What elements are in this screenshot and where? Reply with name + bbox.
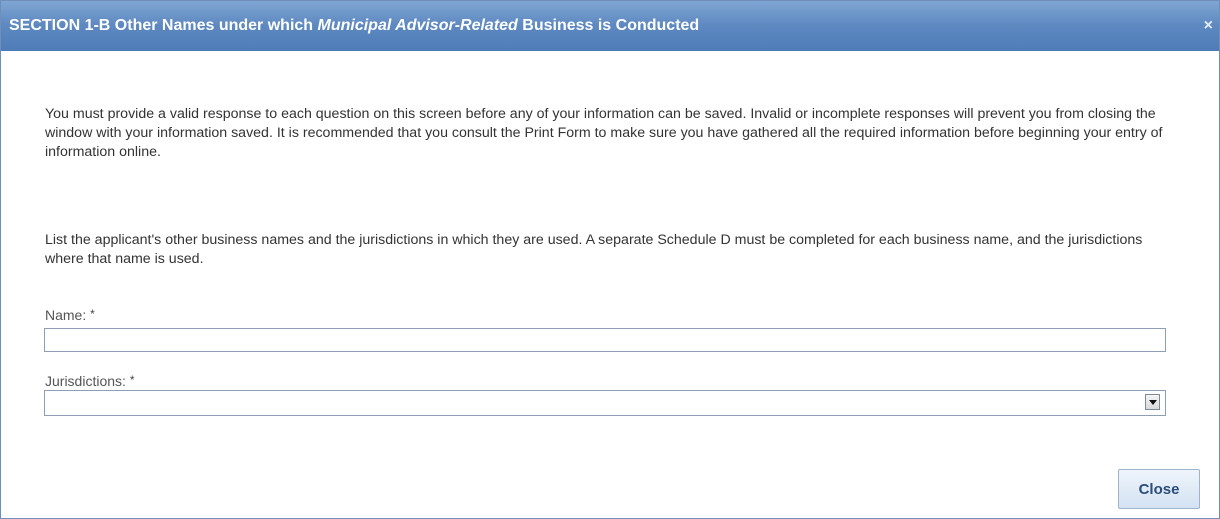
- name-field-label: Name: *: [45, 307, 95, 323]
- dialog-title: SECTION 1-B Other Names under which Muni…: [9, 1, 699, 51]
- name-label-text: Name:: [45, 307, 87, 323]
- dialog-title-prefix: SECTION 1-B Other Names under which: [9, 17, 318, 34]
- name-required-marker: *: [90, 307, 95, 321]
- jurisdictions-required-marker: *: [129, 373, 135, 387]
- instruction-paragraph: You must provide a valid response to eac…: [45, 106, 1163, 160]
- dialog-titlebar: SECTION 1-B Other Names under which Muni…: [1, 1, 1219, 51]
- dialog-title-suffix: Business is Conducted: [517, 17, 700, 34]
- dialog-title-italic: Municipal Advisor-Related: [317, 17, 518, 34]
- dialog-window: SECTION 1-B Other Names under which Muni…: [0, 0, 1220, 519]
- jurisdictions-label-text: Jurisdictions:: [45, 373, 126, 389]
- applicant-names-instruction: List the applicant's other business name…: [45, 232, 1143, 267]
- chevron-down-icon[interactable]: [1145, 394, 1160, 410]
- close-icon[interactable]: ×: [1204, 1, 1213, 51]
- jurisdictions-field-label: Jurisdictions: *: [45, 373, 134, 389]
- close-button[interactable]: Close: [1118, 469, 1200, 509]
- name-input[interactable]: [44, 328, 1166, 352]
- jurisdictions-select[interactable]: [44, 390, 1166, 416]
